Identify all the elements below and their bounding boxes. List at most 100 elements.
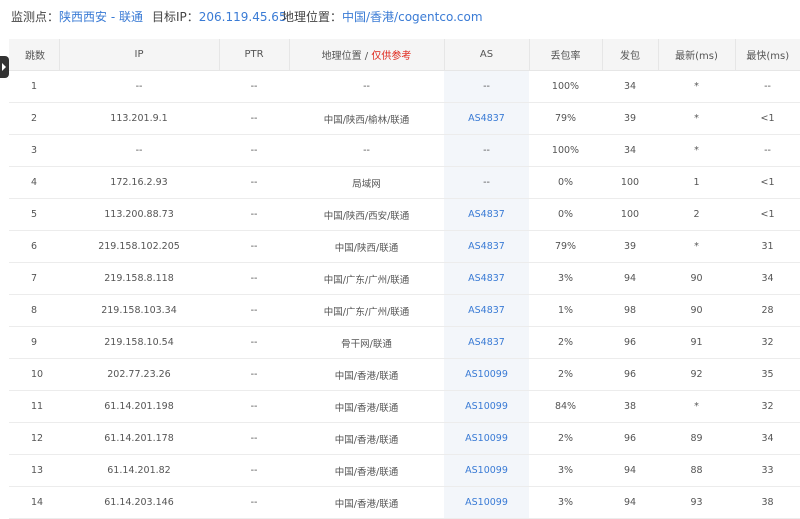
fastest-cell: 33	[735, 454, 800, 487]
loss-cell: 79%	[529, 102, 602, 135]
geo-cell: 中国/香港/联通	[289, 454, 444, 487]
table-row: 2 113.201.9.1 -- 中国/陕西/榆林/联通 AS4837 79% 39 * <1	[9, 102, 800, 135]
table-row: 13 61.14.201.82 -- 中国/香港/联通 AS10099 3% 94 88 33	[9, 454, 800, 487]
target-ip-value: 206.119.45.65	[198, 10, 287, 24]
as-link[interactable]: AS4837	[468, 305, 505, 316]
ptr-cell: --	[219, 422, 289, 455]
loss-cell: 2%	[529, 422, 602, 455]
as-cell: AS4837	[444, 262, 529, 295]
as-link[interactable]: AS10099	[465, 369, 508, 380]
fastest-cell: <1	[735, 166, 800, 199]
geo-cell: 中国/陕西/西安/联通	[289, 198, 444, 231]
table-row: 5 113.200.88.73 -- 中国/陕西/西安/联通 AS4837 0% 100 2 <…	[9, 198, 800, 231]
latest-cell: *	[658, 102, 735, 135]
table-row: 3 -- -- -- -- 100% 34 * --	[9, 134, 800, 167]
as-value: --	[483, 145, 490, 156]
target-ip: 目标IP：206.119.45.65	[152, 0, 287, 34]
hop-cell: 13	[9, 454, 59, 487]
geo-location: 地理位置：中国/香港/cogentco.com	[282, 0, 483, 34]
geo-cell: 中国/陕西/联通	[289, 230, 444, 263]
hop-cell: 8	[9, 294, 59, 327]
table-row: 14 61.14.203.146 -- 中国/香港/联通 AS10099 3% 94 93 38	[9, 486, 800, 519]
header-loss: 丢包率	[528, 39, 602, 71]
ptr-cell: --	[219, 230, 289, 263]
as-link[interactable]: AS10099	[465, 465, 508, 476]
fastest-cell: <1	[735, 102, 800, 135]
as-link[interactable]: AS10099	[465, 401, 508, 412]
as-link[interactable]: AS4837	[468, 209, 505, 220]
sent-cell: 39	[602, 102, 658, 135]
as-cell: AS4837	[444, 294, 529, 327]
header-geo-label: 地理位置 /	[321, 51, 372, 62]
fastest-cell: 32	[735, 390, 800, 423]
loss-cell: 2%	[529, 326, 602, 359]
fastest-cell: --	[735, 134, 800, 167]
latest-cell: 93	[658, 486, 735, 519]
as-cell: AS10099	[444, 422, 529, 455]
ip-cell: 61.14.201.178	[59, 422, 219, 455]
as-cell: AS4837	[444, 230, 529, 263]
fastest-cell: 32	[735, 326, 800, 359]
ptr-cell: --	[219, 70, 289, 103]
hop-cell: 7	[9, 262, 59, 295]
as-link[interactable]: AS4837	[468, 273, 505, 284]
table-row: 9 219.158.10.54 -- 骨干网/联通 AS4837 2% 96 91 32	[9, 326, 800, 359]
geo-cell: 中国/广东/广州/联通	[289, 294, 444, 327]
loss-cell: 0%	[529, 166, 602, 199]
hop-cell: 4	[9, 166, 59, 199]
fastest-cell: 38	[735, 486, 800, 519]
geo-cell: 中国/香港/联通	[289, 486, 444, 519]
loss-cell: 79%	[529, 230, 602, 263]
loss-cell: 84%	[529, 390, 602, 423]
hop-cell: 10	[9, 358, 59, 391]
fastest-cell: 34	[735, 262, 800, 295]
fastest-cell: 35	[735, 358, 800, 391]
ip-cell: 202.77.23.26	[59, 358, 219, 391]
play-arrow-icon[interactable]	[0, 56, 9, 78]
hop-cell: 14	[9, 486, 59, 519]
ip-cell: --	[59, 70, 219, 103]
fastest-cell: 28	[735, 294, 800, 327]
sent-cell: 96	[602, 358, 658, 391]
as-link[interactable]: AS4837	[468, 241, 505, 252]
sent-cell: 98	[602, 294, 658, 327]
fastest-cell: <1	[735, 198, 800, 231]
sent-cell: 94	[602, 262, 658, 295]
geo-cell: 中国/广东/广州/联通	[289, 262, 444, 295]
geo-cell: 中国/香港/联通	[289, 390, 444, 423]
loss-cell: 1%	[529, 294, 602, 327]
ip-cell: 113.201.9.1	[59, 102, 219, 135]
latest-cell: 90	[658, 294, 735, 327]
monitor-point-label: 监测点：	[11, 10, 60, 24]
latest-cell: 89	[658, 422, 735, 455]
as-link[interactable]: AS10099	[465, 497, 508, 508]
as-cell: AS4837	[444, 198, 529, 231]
ptr-cell: --	[219, 454, 289, 487]
traceroute-table: 跳数 IP PTR 地理位置 / 仅供参考 AS 丢包率 发包 最新(ms) 最…	[9, 39, 800, 519]
latest-cell: *	[658, 390, 735, 423]
monitor-point: 监测点：陕西西安 - 联通	[11, 0, 143, 34]
sent-cell: 38	[602, 390, 658, 423]
as-value: --	[483, 81, 490, 92]
ptr-cell: --	[219, 294, 289, 327]
as-link[interactable]: AS4837	[468, 113, 505, 124]
table-row: 6 219.158.102.205 -- 中国/陕西/联通 AS4837 79% 39 * 31	[9, 230, 800, 263]
sent-cell: 96	[602, 422, 658, 455]
ip-cell: 113.200.88.73	[59, 198, 219, 231]
loss-cell: 2%	[529, 358, 602, 391]
sent-cell: 94	[602, 454, 658, 487]
latest-cell: 1	[658, 166, 735, 199]
hop-cell: 9	[9, 326, 59, 359]
monitor-info-bar: 监测点：陕西西安 - 联通 目标IP：206.119.45.65 地理位置：中国…	[0, 0, 800, 36]
geo-cell: 局域网	[289, 166, 444, 199]
header-fastest: 最快(ms)	[734, 39, 800, 71]
as-cell: --	[444, 70, 529, 103]
as-cell: AS10099	[444, 358, 529, 391]
as-link[interactable]: AS4837	[468, 337, 505, 348]
ptr-cell: --	[219, 198, 289, 231]
hop-cell: 3	[9, 134, 59, 167]
table-row: 11 61.14.201.198 -- 中国/香港/联通 AS10099 84% 38 * 32	[9, 390, 800, 423]
monitor-point-value[interactable]: 陕西西安 - 联通	[59, 10, 143, 24]
as-link[interactable]: AS10099	[465, 433, 508, 444]
as-cell: AS4837	[444, 102, 529, 135]
